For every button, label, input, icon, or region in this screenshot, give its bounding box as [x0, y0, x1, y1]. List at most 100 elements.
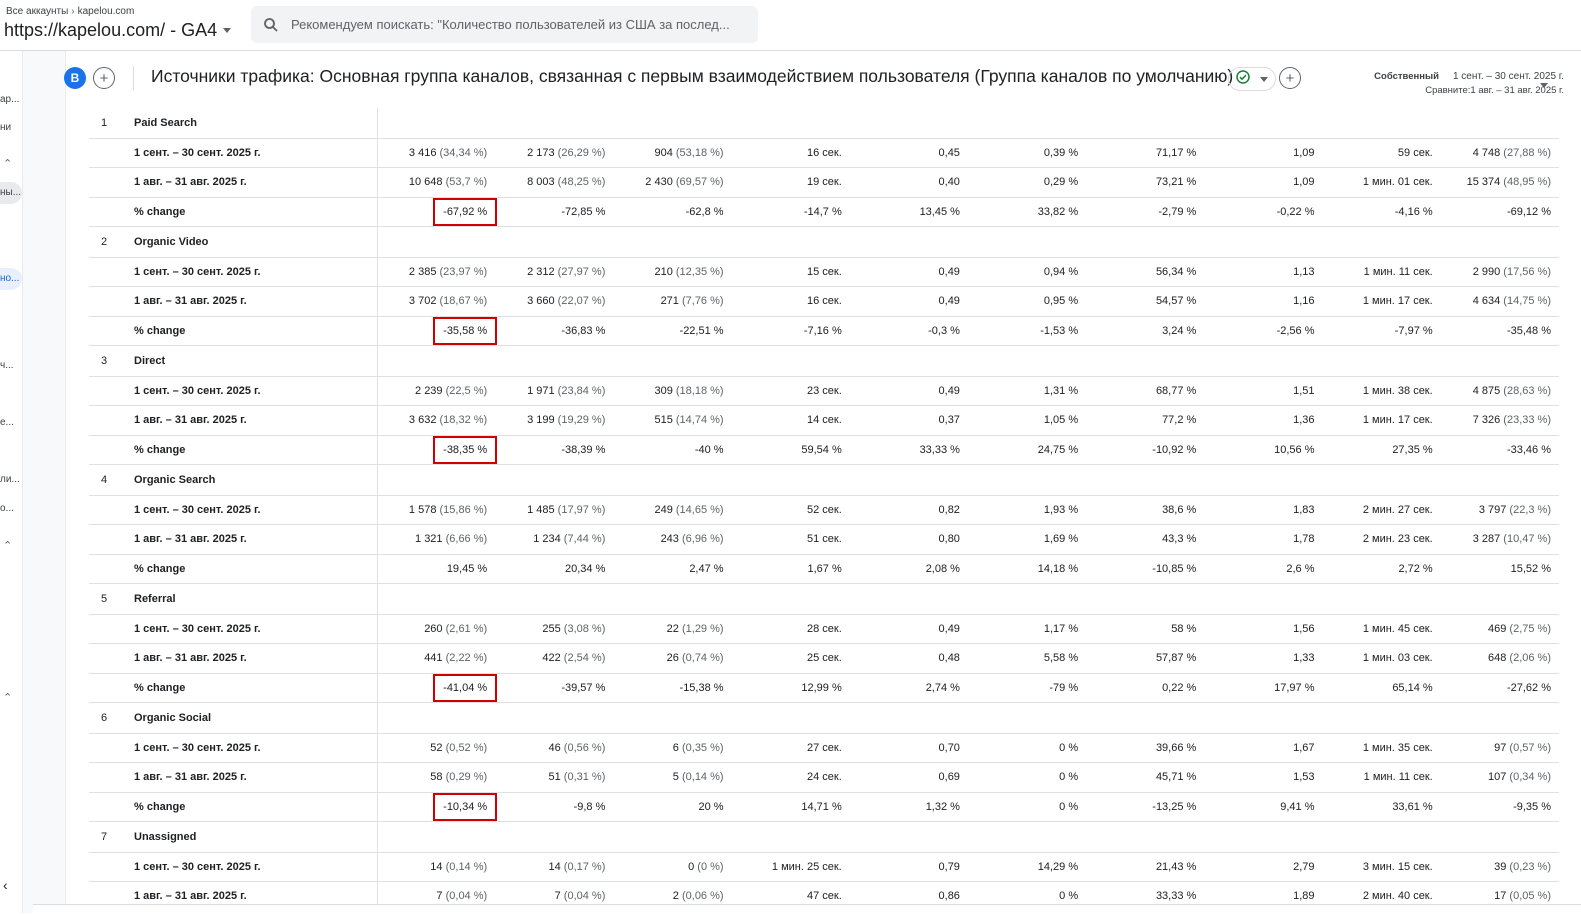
metric-value: 0,49	[938, 384, 960, 397]
channel-name[interactable]: Paid Search	[122, 108, 378, 139]
metric-value-wrap: 0 (0 %)	[688, 861, 723, 873]
metric-cell: 1 мин. 25 сек.	[731, 852, 850, 882]
metric-value-wrap: 0,49	[939, 385, 960, 397]
metric-value-wrap: 3 мин. 15 сек.	[1363, 861, 1433, 873]
highlight-box: -35,58 %	[433, 316, 498, 345]
nav-item[interactable]: е...	[0, 417, 22, 428]
metric-value: 2,6 %	[1286, 562, 1315, 575]
nav-item[interactable]: ни	[0, 122, 22, 133]
metric-cell: 59,54 %	[731, 435, 850, 465]
metric-value: 54,57 %	[1155, 295, 1197, 308]
nav-item[interactable]: о...	[0, 503, 22, 514]
metric-cell: -62,8 %	[613, 197, 732, 227]
chevron-up-icon[interactable]: ⌃	[3, 539, 12, 552]
avatar[interactable]: B	[64, 67, 86, 89]
metric-cell: -9,35 %	[1440, 792, 1559, 822]
metric-value: 28 сек.	[806, 622, 842, 635]
metric-cell: -13,25 %	[1086, 792, 1205, 822]
metric-value: 0,80	[938, 533, 960, 546]
metric-value: 1 мин. 01 сек.	[1362, 176, 1433, 189]
metric-value-wrap: 515 (14,74 %)	[654, 414, 723, 426]
nav-item-active[interactable]: ны...	[0, 182, 22, 204]
breadcrumb-all-accounts[interactable]: Все аккаунты	[6, 6, 68, 17]
metric-cell: -1,53 %	[967, 316, 1087, 346]
add-comparison-button[interactable]: +	[93, 67, 115, 89]
row-index: 3	[89, 345, 122, 377]
metric-value-wrap: 2 мин. 27 сек.	[1363, 504, 1433, 516]
metric-value: 249	[654, 503, 673, 516]
nav-item-selected[interactable]: но...	[0, 268, 22, 290]
search-input[interactable]: Рекомендуем поискать: "Количество пользо…	[291, 17, 746, 32]
nav-item[interactable]: ч...	[0, 360, 22, 371]
metric-cell: 5 (0,14 %)	[613, 762, 732, 793]
metric-value: 0,82	[938, 503, 960, 516]
channel-name[interactable]: Organic Video	[122, 226, 378, 258]
report-status-menu[interactable]	[1228, 67, 1276, 91]
metric-value-wrap: 1,33	[1293, 652, 1314, 664]
table-group-row[interactable]: 1 Paid Search	[89, 108, 1559, 139]
property-selector[interactable]: https://kapelou.com/ - GA4	[4, 20, 232, 41]
metric-value-wrap: -9,8 %	[574, 801, 606, 813]
metric-value: 1,05 %	[1043, 414, 1079, 427]
table-group-row[interactable]: 6 Organic Social	[89, 702, 1559, 734]
metric-cell: 1,78	[1204, 524, 1323, 555]
breadcrumb[interactable]: Все аккаунты › kapelou.com	[6, 6, 134, 17]
metric-cell: 3 797 (22,3 %)	[1440, 495, 1559, 525]
metric-cell: 3,24 %	[1086, 316, 1205, 346]
metric-value-wrap: 2 мин. 23 сек.	[1363, 533, 1433, 545]
nav-item[interactable]: ар...	[0, 94, 22, 105]
metric-cell: 0,48	[849, 643, 968, 674]
metric-value-wrap: 52 сек.	[807, 504, 842, 516]
date-range-picker[interactable]: Собственный 1 сент. – 30 сент. 2025 г. С…	[1328, 71, 1564, 96]
metric-cell: 2 (0,06 %)	[613, 881, 732, 905]
chevron-up-icon[interactable]: ⌃	[3, 691, 12, 704]
nav-item[interactable]: ли...	[0, 474, 22, 485]
metric-value: 56,34 %	[1155, 265, 1197, 278]
table-group-row[interactable]: 4 Organic Search	[89, 464, 1559, 496]
metric-cell: 14,18 %	[967, 554, 1087, 584]
metric-cell: 0,80	[849, 524, 968, 555]
metric-value-wrap: 1,05 %	[1044, 414, 1078, 426]
metric-value: 0,37	[938, 414, 960, 427]
metric-value: 58 %	[1171, 622, 1197, 635]
metric-cell: 0,49	[849, 614, 968, 644]
metric-value-wrap: 3 199 (19,29 %)	[527, 414, 605, 426]
metric-value-wrap: -13,25 %	[1152, 801, 1196, 813]
metric-value-wrap: 1,13	[1293, 266, 1314, 278]
channel-name[interactable]: Unassigned	[122, 821, 378, 853]
channel-name[interactable]: Referral	[122, 583, 378, 615]
metric-value-wrap: 4 634 (14,75 %)	[1473, 295, 1551, 307]
add-button[interactable]: +	[1279, 67, 1301, 89]
metric-value: -1,53 %	[1040, 324, 1079, 337]
metric-value-wrap: 1 мин. 25 сек.	[772, 861, 842, 873]
metric-value: 3,24 %	[1162, 324, 1197, 337]
metric-value: -38,35 %	[443, 443, 488, 456]
caret-down-icon[interactable]	[1540, 83, 1548, 88]
metric-value: 1,17 %	[1043, 622, 1079, 635]
chevron-left-icon[interactable]: ‹	[3, 877, 8, 893]
metric-cell: 65,14 %	[1322, 673, 1441, 703]
channel-name[interactable]: Organic Social	[122, 702, 378, 734]
table-row: 1 авг. – 31 авг. 2025 г. 7 (0,04 %) 7 (0,0…	[89, 881, 1559, 905]
chevron-up-icon[interactable]: ⌃	[3, 157, 12, 170]
metric-cell: -7,16 %	[731, 316, 850, 346]
metric-share: (0,17 %)	[560, 860, 606, 873]
table-group-row[interactable]: 7 Unassigned	[89, 821, 1559, 853]
metric-share: (0,04 %)	[442, 890, 488, 903]
table-group-row[interactable]: 3 Direct	[89, 345, 1559, 377]
breadcrumb-account[interactable]: kapelou.com	[78, 6, 135, 17]
search-box[interactable]: Рекомендуем поискать: "Количество пользо…	[251, 6, 758, 43]
table-row: % change -41,04 % -39,57 % -15,38 % 12,99 % 2…	[89, 673, 1559, 703]
metric-cell: -39,57 %	[495, 673, 614, 703]
metric-value: 0,79	[938, 860, 960, 873]
metric-cell: 16 сек.	[731, 286, 850, 317]
row-label: 1 сент. – 30 сент. 2025 г.	[122, 495, 378, 525]
metric-value-wrap: 59,54 %	[801, 444, 841, 456]
channel-name[interactable]: Direct	[122, 345, 378, 377]
metric-cell: 271 (7,76 %)	[613, 286, 732, 317]
table-group-row[interactable]: 2 Organic Video	[89, 226, 1559, 258]
caret-down-icon	[1260, 76, 1268, 82]
table-group-row[interactable]: 5 Referral	[89, 583, 1559, 615]
channel-name[interactable]: Organic Search	[122, 464, 378, 496]
metric-value: 1,78	[1293, 533, 1315, 546]
